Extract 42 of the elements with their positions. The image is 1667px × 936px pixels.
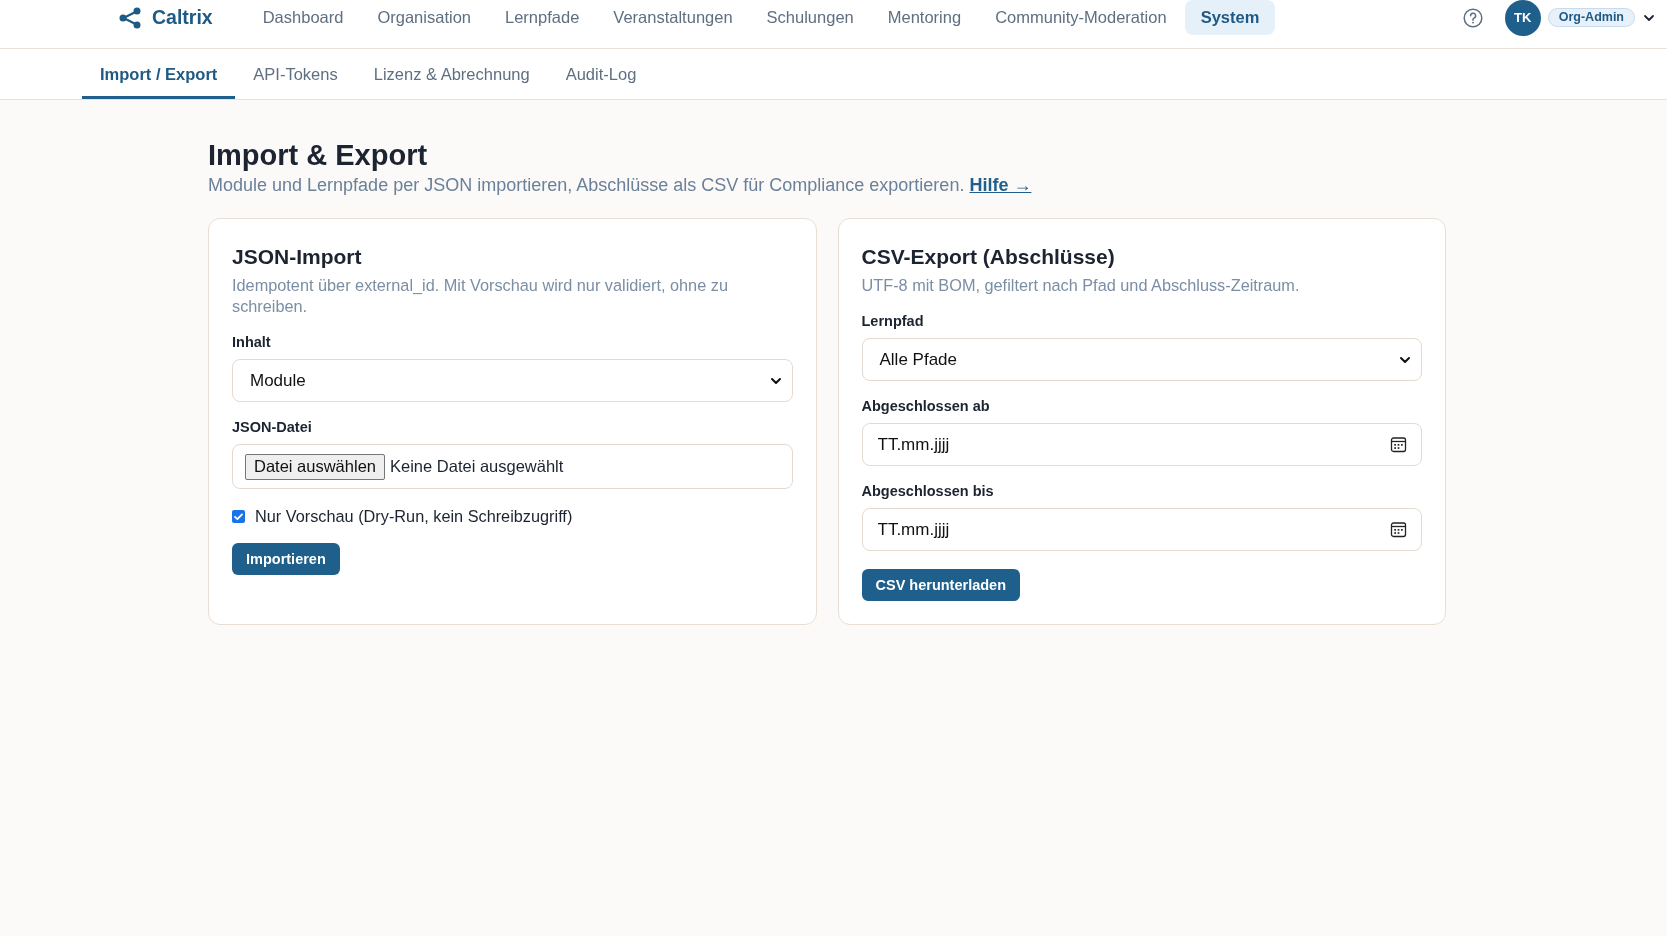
field-label: JSON-Datei	[232, 418, 312, 437]
sub-tab[interactable]: API-Tokens	[235, 49, 356, 99]
help-link[interactable]: Hilfe →	[969, 175, 1032, 195]
choose-file-button[interactable]: Datei auswählen	[245, 453, 385, 480]
card-description: UTF-8 mit BOM, gefiltert nach Pfad und Abschluss-Zeitraum.	[861, 275, 1301, 296]
date-field[interactable]: TT.mm.jjjj	[861, 423, 1422, 466]
sub-tab[interactable]: Import / Export	[82, 49, 236, 99]
sub-tab[interactable]: Audit-Log	[547, 49, 655, 99]
file-input-field[interactable]: Datei auswählen Keine Datei ausgewählt	[232, 444, 793, 489]
primary-button[interactable]: Importieren	[232, 543, 340, 575]
card-title: JSON-Import	[232, 244, 362, 270]
checkbox-label[interactable]: Nur Vorschau (Dry-Run, kein Schreibzugriff)	[255, 506, 573, 526]
nav-link[interactable]: Schulungen	[750, 0, 870, 35]
nav-link[interactable]: Community-Moderation	[979, 0, 1183, 35]
card-description: Idempotent über external_id. Mit Vorschau wird nur validiert, ohne zu schreiben.	[232, 275, 729, 317]
nav-link[interactable]: System	[1184, 0, 1276, 35]
nav-link[interactable]: Lernpfade	[489, 0, 596, 35]
checkbox[interactable]	[232, 509, 245, 523]
help-icon[interactable]	[1462, 7, 1483, 28]
nav-link[interactable]: Organisation	[361, 0, 487, 35]
nav-link[interactable]: Dashboard	[246, 0, 360, 35]
user-avatar[interactable]: TK	[1504, 0, 1541, 36]
calendar-icon[interactable]	[1390, 521, 1407, 538]
field-label: Abgeschlossen ab	[861, 397, 990, 416]
field-label: Abgeschlossen bis	[861, 482, 994, 501]
calendar-icon[interactable]	[1390, 436, 1407, 453]
sub-tab[interactable]: Lizenz & Abrechnung	[355, 49, 548, 99]
share-icon	[119, 6, 141, 29]
field-label: Inhalt	[232, 333, 271, 352]
card-title: CSV-Export (Abschlüsse)	[861, 244, 1115, 270]
file-status-text: Keine Datei ausgewählt	[390, 457, 564, 476]
page-title: Import & Export	[208, 138, 428, 173]
select-field[interactable]: Alle Pfade	[861, 338, 1422, 381]
select-field[interactable]: Module	[232, 359, 793, 402]
primary-button[interactable]: CSV herunterladen	[861, 569, 1021, 601]
date-field[interactable]: TT.mm.jjjj	[861, 508, 1422, 551]
nav-link[interactable]: Mentoring	[871, 0, 978, 35]
field-label: Lernpfad	[861, 312, 924, 331]
role-tag: Org-Admin	[1547, 8, 1635, 27]
page-subtitle: Module und Lernpfade per JSON importieren, Abschlüsse als CSV für Compliance exportieren. Hilfe →	[208, 174, 1033, 197]
brand-name[interactable]: Caltrix	[152, 6, 213, 29]
nav-link[interactable]: Veranstaltungen	[597, 0, 749, 35]
